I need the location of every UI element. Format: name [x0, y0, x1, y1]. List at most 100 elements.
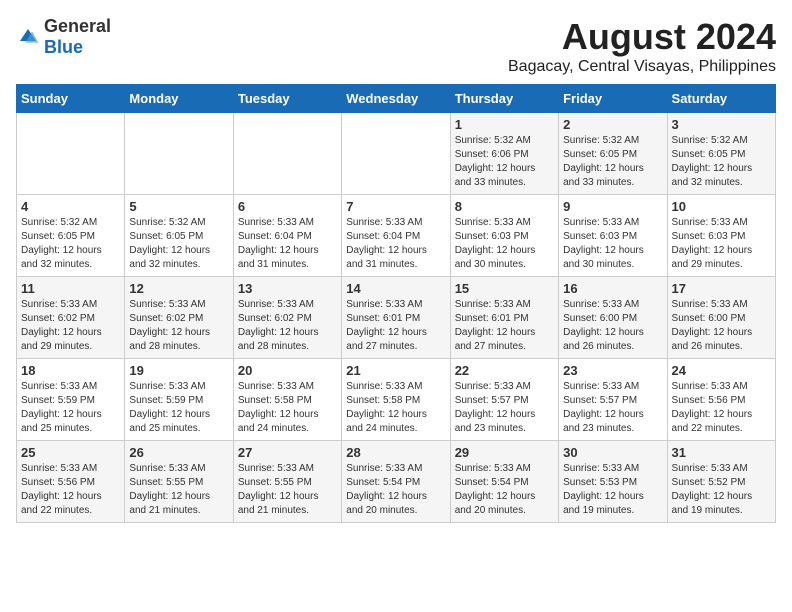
- weekday-header-tuesday: Tuesday: [233, 85, 341, 113]
- cell-sun-info: Sunrise: 5:33 AM Sunset: 5:54 PM Dayligh…: [455, 462, 554, 518]
- calendar-cell: 14 Sunrise: 5:33 AM Sunset: 6:01 PM Dayli…: [342, 277, 450, 359]
- cell-sun-info: Sunrise: 5:33 AM Sunset: 5:54 PM Dayligh…: [346, 462, 445, 518]
- calendar-table: SundayMondayTuesdayWednesdayThursdayFrid…: [16, 84, 776, 523]
- day-number: 30: [563, 445, 662, 460]
- cell-sun-info: Sunrise: 5:33 AM Sunset: 6:04 PM Dayligh…: [346, 216, 445, 272]
- day-number: 16: [563, 281, 662, 296]
- day-number: 1: [455, 117, 554, 132]
- calendar-week-row: 4 Sunrise: 5:32 AM Sunset: 6:05 PM Daylig…: [17, 195, 776, 277]
- weekday-header-wednesday: Wednesday: [342, 85, 450, 113]
- cell-sun-info: Sunrise: 5:32 AM Sunset: 6:06 PM Dayligh…: [455, 134, 554, 190]
- day-number: 7: [346, 199, 445, 214]
- day-number: 24: [672, 363, 771, 378]
- cell-sun-info: Sunrise: 5:33 AM Sunset: 5:56 PM Dayligh…: [672, 380, 771, 436]
- day-number: 2: [563, 117, 662, 132]
- cell-sun-info: Sunrise: 5:33 AM Sunset: 5:55 PM Dayligh…: [238, 462, 337, 518]
- cell-sun-info: Sunrise: 5:33 AM Sunset: 5:59 PM Dayligh…: [129, 380, 228, 436]
- cell-sun-info: Sunrise: 5:33 AM Sunset: 5:57 PM Dayligh…: [455, 380, 554, 436]
- location-subtitle: Bagacay, Central Visayas, Philippines: [508, 58, 776, 76]
- day-number: 22: [455, 363, 554, 378]
- day-number: 8: [455, 199, 554, 214]
- cell-sun-info: Sunrise: 5:33 AM Sunset: 5:58 PM Dayligh…: [238, 380, 337, 436]
- cell-sun-info: Sunrise: 5:33 AM Sunset: 5:59 PM Dayligh…: [21, 380, 120, 436]
- cell-sun-info: Sunrise: 5:33 AM Sunset: 6:03 PM Dayligh…: [563, 216, 662, 272]
- day-number: 6: [238, 199, 337, 214]
- cell-sun-info: Sunrise: 5:33 AM Sunset: 6:00 PM Dayligh…: [672, 298, 771, 354]
- calendar-cell: 20 Sunrise: 5:33 AM Sunset: 5:58 PM Dayli…: [233, 359, 341, 441]
- calendar-cell: [342, 113, 450, 195]
- cell-sun-info: Sunrise: 5:32 AM Sunset: 6:05 PM Dayligh…: [563, 134, 662, 190]
- calendar-cell: 13Sunrise: 5:33 AM Sunset: 6:02 PM Dayli…: [233, 277, 341, 359]
- calendar-cell: 2 Sunrise: 5:32 AM Sunset: 6:05 PM Daylig…: [559, 113, 667, 195]
- calendar-cell: 5 Sunrise: 5:32 AM Sunset: 6:05 PM Daylig…: [125, 195, 233, 277]
- calendar-cell: 6 Sunrise: 5:33 AM Sunset: 6:04 PM Daylig…: [233, 195, 341, 277]
- calendar-cell: 10 Sunrise: 5:33 AM Sunset: 6:03 PM Dayli…: [667, 195, 775, 277]
- cell-sun-info: Sunrise: 5:33 AM Sunset: 5:55 PM Dayligh…: [129, 462, 228, 518]
- day-number: 23: [563, 363, 662, 378]
- day-number: 17: [672, 281, 771, 296]
- header: General Blue August 2024 Bagacay, Centra…: [16, 16, 776, 76]
- calendar-cell: 24 Sunrise: 5:33 AM Sunset: 5:56 PM Dayli…: [667, 359, 775, 441]
- day-number: 29: [455, 445, 554, 460]
- cell-sun-info: Sunrise: 5:33 AM Sunset: 5:57 PM Dayligh…: [563, 380, 662, 436]
- day-number: 20: [238, 363, 337, 378]
- calendar-cell: 9Sunrise: 5:33 AM Sunset: 6:03 PM Daylig…: [559, 195, 667, 277]
- calendar-cell: [17, 113, 125, 195]
- day-number: 21: [346, 363, 445, 378]
- cell-sun-info: Sunrise: 5:33 AM Sunset: 6:04 PM Dayligh…: [238, 216, 337, 272]
- calendar-week-row: 18Sunrise: 5:33 AM Sunset: 5:59 PM Dayli…: [17, 359, 776, 441]
- calendar-cell: 1 Sunrise: 5:32 AM Sunset: 6:06 PM Daylig…: [450, 113, 558, 195]
- calendar-cell: [233, 113, 341, 195]
- calendar-cell: 21 Sunrise: 5:33 AM Sunset: 5:58 PM Dayli…: [342, 359, 450, 441]
- calendar-cell: 4 Sunrise: 5:32 AM Sunset: 6:05 PM Daylig…: [17, 195, 125, 277]
- calendar-cell: 22 Sunrise: 5:33 AM Sunset: 5:57 PM Dayli…: [450, 359, 558, 441]
- calendar-cell: 23 Sunrise: 5:33 AM Sunset: 5:57 PM Dayli…: [559, 359, 667, 441]
- cell-sun-info: Sunrise: 5:33 AM Sunset: 6:01 PM Dayligh…: [455, 298, 554, 354]
- calendar-cell: 3Sunrise: 5:32 AM Sunset: 6:05 PM Daylig…: [667, 113, 775, 195]
- calendar-cell: [125, 113, 233, 195]
- logo-icon: [16, 25, 40, 49]
- day-number: 14: [346, 281, 445, 296]
- day-number: 10: [672, 199, 771, 214]
- cell-sun-info: Sunrise: 5:33 AM Sunset: 5:58 PM Dayligh…: [346, 380, 445, 436]
- cell-sun-info: Sunrise: 5:32 AM Sunset: 6:05 PM Dayligh…: [129, 216, 228, 272]
- calendar-cell: 12 Sunrise: 5:33 AM Sunset: 6:02 PM Dayli…: [125, 277, 233, 359]
- day-number: 25: [21, 445, 120, 460]
- day-number: 26: [129, 445, 228, 460]
- weekday-header-friday: Friday: [559, 85, 667, 113]
- weekday-header-sunday: Sunday: [17, 85, 125, 113]
- cell-sun-info: Sunrise: 5:33 AM Sunset: 6:02 PM Dayligh…: [129, 298, 228, 354]
- calendar-cell: 25 Sunrise: 5:33 AM Sunset: 5:56 PM Dayli…: [17, 441, 125, 523]
- logo-general-text: General: [44, 16, 111, 36]
- day-number: 28: [346, 445, 445, 460]
- calendar-cell: 7 Sunrise: 5:33 AM Sunset: 6:04 PM Daylig…: [342, 195, 450, 277]
- cell-sun-info: Sunrise: 5:33 AM Sunset: 5:53 PM Dayligh…: [563, 462, 662, 518]
- day-number: 27: [238, 445, 337, 460]
- day-number: 19: [129, 363, 228, 378]
- day-number: 11: [21, 281, 120, 296]
- day-number: 4: [21, 199, 120, 214]
- title-area: August 2024 Bagacay, Central Visayas, Ph…: [508, 16, 776, 76]
- calendar-cell: 29 Sunrise: 5:33 AM Sunset: 5:54 PM Dayli…: [450, 441, 558, 523]
- calendar-week-row: 25 Sunrise: 5:33 AM Sunset: 5:56 PM Dayli…: [17, 441, 776, 523]
- calendar-cell: 28 Sunrise: 5:33 AM Sunset: 5:54 PM Dayli…: [342, 441, 450, 523]
- weekday-header-saturday: Saturday: [667, 85, 775, 113]
- cell-sun-info: Sunrise: 5:33 AM Sunset: 6:00 PM Dayligh…: [563, 298, 662, 354]
- cell-sun-info: Sunrise: 5:33 AM Sunset: 6:03 PM Dayligh…: [672, 216, 771, 272]
- calendar-cell: 30 Sunrise: 5:33 AM Sunset: 5:53 PM Dayli…: [559, 441, 667, 523]
- weekday-header-row: SundayMondayTuesdayWednesdayThursdayFrid…: [17, 85, 776, 113]
- weekday-header-monday: Monday: [125, 85, 233, 113]
- calendar-cell: 8Sunrise: 5:33 AM Sunset: 6:03 PM Daylig…: [450, 195, 558, 277]
- calendar-cell: 17 Sunrise: 5:33 AM Sunset: 6:00 PM Dayli…: [667, 277, 775, 359]
- calendar-week-row: 1 Sunrise: 5:32 AM Sunset: 6:06 PM Daylig…: [17, 113, 776, 195]
- cell-sun-info: Sunrise: 5:32 AM Sunset: 6:05 PM Dayligh…: [21, 216, 120, 272]
- calendar-cell: 16 Sunrise: 5:33 AM Sunset: 6:00 PM Dayli…: [559, 277, 667, 359]
- cell-sun-info: Sunrise: 5:33 AM Sunset: 6:02 PM Dayligh…: [21, 298, 120, 354]
- cell-sun-info: Sunrise: 5:33 AM Sunset: 5:56 PM Dayligh…: [21, 462, 120, 518]
- cell-sun-info: Sunrise: 5:33 AM Sunset: 6:01 PM Dayligh…: [346, 298, 445, 354]
- calendar-cell: 31Sunrise: 5:33 AM Sunset: 5:52 PM Dayli…: [667, 441, 775, 523]
- day-number: 13: [238, 281, 337, 296]
- day-number: 5: [129, 199, 228, 214]
- day-number: 12: [129, 281, 228, 296]
- month-year-title: August 2024: [508, 16, 776, 58]
